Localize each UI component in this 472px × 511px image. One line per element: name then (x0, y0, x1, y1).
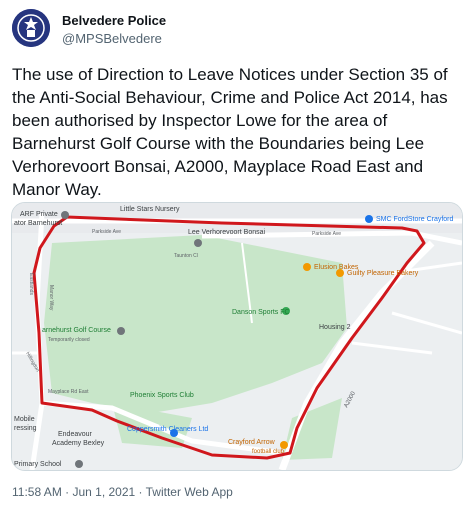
police-crest-icon (12, 9, 50, 47)
label-parkside-ave-2: Parkside Ave (312, 231, 341, 237)
label-parkside-ave-1: Parkside Ave (92, 229, 121, 235)
tweet-timestamp[interactable]: 11:58 AM · Jun 1, 2021 · Twitter Web App (12, 485, 233, 499)
label-endeavour: Endeavour (58, 431, 93, 438)
label-mayplace-rd: Mayplace Rd East (48, 389, 89, 395)
account-handle[interactable]: @MPSBelvedere (62, 31, 162, 46)
map-image[interactable]: ARF Private ator Barnehurst Little Stars… (11, 202, 463, 471)
label-eastlands: Eastlands (28, 273, 34, 295)
location-pin-icon (194, 239, 202, 247)
bakery-icon (336, 269, 344, 277)
label-manor-way: Manor Way (48, 285, 54, 311)
label-danson-sports: Danson Sports FC (232, 309, 290, 316)
label-smc-fordstore: SMC FordStore Crayford (376, 216, 454, 223)
label-temp-closed: Temporarily closed (48, 337, 90, 343)
account-name[interactable]: Belvedere Police (62, 13, 166, 28)
label-coppersmith: Coppersmith Cleaners Ltd (127, 426, 208, 433)
bakery-icon (303, 263, 311, 271)
label-arf-private-2: ator Barnehurst (14, 220, 62, 227)
sports-icon (280, 441, 288, 449)
label-taunton-cl: Taunton Cl (174, 253, 198, 259)
school-icon (75, 460, 83, 468)
label-little-stars: Little Stars Nursery (120, 206, 180, 213)
label-lee-verhorevoort: Lee Verhorevoort Bonsai (188, 229, 265, 236)
label-guilty-pleasure: Guilty Pleasure Bakery (347, 270, 419, 277)
label-primary-school: Primary School (14, 461, 62, 468)
label-mobile: Mobile (14, 416, 35, 423)
golf-icon (117, 327, 125, 335)
shop-icon (170, 429, 178, 437)
avatar[interactable] (12, 9, 50, 47)
shop-icon (365, 215, 373, 223)
label-crayford-arrow: Crayford Arrow (228, 439, 276, 446)
label-barnehurst-golf: arnehurst Golf Course (42, 327, 111, 334)
label-football-club: football club (252, 449, 285, 455)
label-academy: Academy Bexley (52, 440, 105, 447)
label-dressing: ressing (14, 425, 37, 432)
label-phoenix-sports: Phoenix Sports Club (130, 392, 194, 399)
tweet-text: The use of Direction to Leave Notices un… (12, 65, 448, 199)
label-housing: Housing 2 (319, 324, 351, 331)
tweet-header: Belvedere Police @MPSBelvedere (12, 9, 452, 49)
label-arf-private: ARF Private (20, 211, 58, 218)
location-pin-icon (61, 211, 69, 219)
